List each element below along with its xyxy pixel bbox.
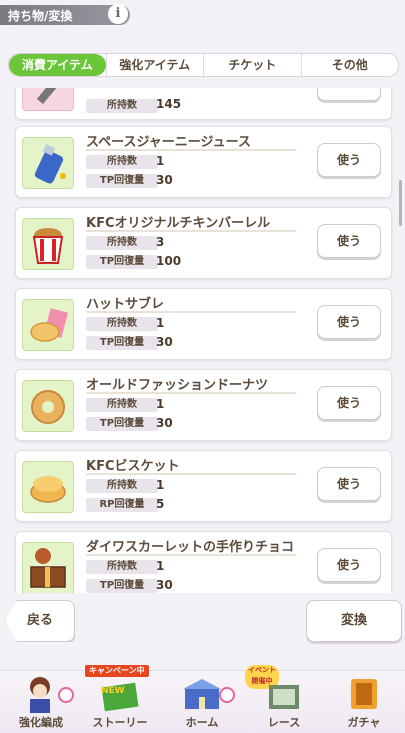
stat-value: 30 (156, 578, 173, 592)
list-scrollbar[interactable] (399, 180, 402, 226)
stat-value: 1 (156, 478, 165, 492)
nav-enhance[interactable]: 強化編成 (2, 671, 80, 733)
biscuit-icon (22, 461, 74, 513)
nav-home[interactable]: ホーム (163, 671, 241, 733)
stat-value: 1 (156, 154, 165, 168)
stat-value: 30 (156, 416, 173, 430)
chocolate-box-icon (22, 542, 74, 593)
cookie-icon (22, 299, 74, 351)
use-button[interactable]: 使う (317, 305, 381, 339)
item-card: 所持数 145 (15, 88, 392, 120)
stat-label: 所持数 (86, 236, 158, 250)
item-card: KFCビスケット 所持数 1 RP回復量 5 使う (15, 450, 392, 522)
nav-label: ガチャ (347, 716, 381, 729)
tab-others[interactable]: その他 (300, 54, 399, 76)
nav-gacha[interactable]: ガチャ (325, 671, 403, 733)
stat-value: 1 (156, 397, 165, 411)
stat-value: 100 (156, 254, 182, 268)
bottom-navigation: 強化編成 キャンペーン中 NEW ストーリー ホーム イベント開催中 レース ガ… (0, 665, 405, 733)
item-name: オールドファッションドーナツ (86, 374, 296, 394)
notification-badge (58, 687, 74, 703)
item-card: ハットサブレ 所持数 1 TP回復量 30 使う (15, 288, 392, 360)
stat-value: 145 (156, 97, 182, 111)
item-card: ダイワスカーレットの手作りチョコ 所持数 1 TP回復量 30 使う (15, 531, 392, 593)
notification-badge (219, 687, 235, 703)
item-name: ハットサブレ (86, 293, 296, 313)
use-button[interactable]: 使う (317, 386, 381, 420)
donut-icon (22, 380, 74, 432)
item-card: スペースジャーニージュース 所持数 1 TP回復量 30 使う (15, 126, 392, 198)
stat-label: 所持数 (86, 479, 158, 493)
tab-consumables[interactable]: 消費アイテム (9, 54, 106, 76)
stat-value: 30 (156, 335, 173, 349)
nav-label: 強化編成 (19, 716, 63, 729)
race-track-icon (269, 685, 299, 709)
category-tabs: 消費アイテム 強化アイテム チケット その他 (8, 53, 399, 77)
stat-label: TP回復量 (86, 255, 158, 269)
nav-race[interactable]: イベント開催中 レース (245, 665, 323, 733)
use-button[interactable]: 使う (317, 467, 381, 501)
stat-value: 3 (156, 235, 165, 249)
nav-label: ストーリー (92, 716, 148, 729)
stat-label: 所持数 (86, 155, 158, 169)
item-name: ダイワスカーレットの手作りチョコ (86, 536, 296, 556)
book-icon: NEW (101, 682, 139, 712)
stat-value: 5 (156, 497, 165, 511)
stat-label: 所持数 (86, 99, 158, 113)
stat-label: RP回復量 (86, 498, 158, 512)
stat-label: TP回復量 (86, 417, 158, 431)
stat-label: TP回復量 (86, 336, 158, 350)
convert-button[interactable]: 変換 (306, 600, 402, 642)
page-title: 持ち物/変換 (8, 9, 73, 23)
use-button[interactable] (317, 88, 381, 101)
use-button[interactable]: 使う (317, 143, 381, 177)
tab-enhancement-items[interactable]: 強化アイテム (105, 54, 204, 76)
title-bar: 持ち物/変換 i (0, 0, 405, 30)
nav-label: レース (267, 716, 301, 729)
item-list[interactable]: 所持数 145 スペースジャーニージュース 所持数 1 TP回復量 30 使う (0, 88, 405, 593)
item-card: オールドファッションドーナツ 所持数 1 TP回復量 30 使う (15, 369, 392, 441)
wrench-icon (22, 88, 74, 111)
stat-value: 30 (156, 173, 173, 187)
stat-label: 所持数 (86, 317, 158, 331)
stat-label: TP回復量 (86, 174, 158, 188)
gacha-icon (351, 679, 377, 709)
item-name: スペースジャーニージュース (86, 131, 296, 151)
nav-label: ホーム (185, 716, 219, 729)
stat-label: 所持数 (86, 560, 158, 574)
item-card: KFCオリジナルチキンバーレル 所持数 3 TP回復量 100 使う (15, 207, 392, 279)
svg-text:NEW: NEW (101, 686, 125, 696)
stat-value: 1 (156, 559, 165, 573)
use-button[interactable]: 使う (317, 224, 381, 258)
item-name: KFCビスケット (86, 455, 296, 475)
nav-story[interactable]: キャンペーン中 NEW ストーリー (81, 665, 159, 733)
stat-label: TP回復量 (86, 579, 158, 593)
item-name: KFCオリジナルチキンバーレル (86, 212, 296, 232)
stat-value: 1 (156, 316, 165, 330)
back-button[interactable]: 戻る (5, 600, 75, 642)
tab-tickets[interactable]: チケット (203, 54, 301, 76)
use-button[interactable]: 使う (317, 548, 381, 582)
juice-bottle-icon (22, 137, 74, 189)
info-icon[interactable]: i (108, 4, 128, 24)
chicken-bucket-icon (22, 218, 74, 270)
stat-label: 所持数 (86, 398, 158, 412)
